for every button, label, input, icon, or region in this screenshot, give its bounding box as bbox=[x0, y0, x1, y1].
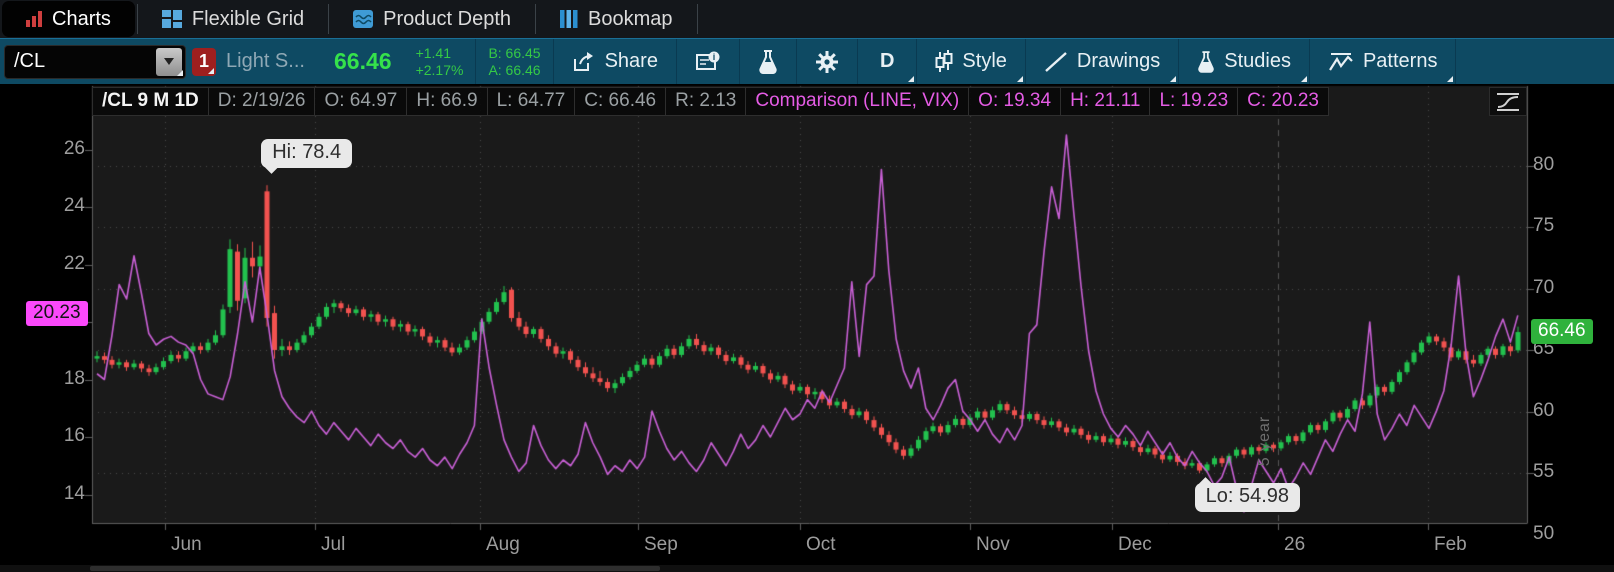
patterns-icon bbox=[1329, 52, 1353, 71]
alerts-count: 1 bbox=[198, 51, 209, 71]
last-price: 66.46 bbox=[334, 48, 392, 74]
change-percent: +2.17% bbox=[415, 61, 464, 78]
tab-charts-label: Charts bbox=[52, 7, 111, 30]
scale-mode-button[interactable] bbox=[1489, 87, 1527, 116]
tab-charts[interactable]: Charts bbox=[2, 1, 135, 37]
ask-value: A: 66.46 bbox=[488, 61, 541, 78]
chart-toolbar: /CL 1 Light S... 66.46 +1.41 +2.17% B: 6… bbox=[0, 38, 1614, 84]
symbol-dropdown-button[interactable] bbox=[156, 47, 182, 76]
flexible-grid-icon bbox=[161, 10, 182, 28]
candlestick-icon bbox=[935, 49, 953, 72]
news-icon: i bbox=[695, 51, 720, 70]
flask-icon bbox=[759, 49, 777, 74]
tab-bookmap[interactable]: Bookmap bbox=[536, 0, 697, 38]
news-button[interactable]: i bbox=[677, 39, 739, 84]
trendline-icon bbox=[1045, 51, 1067, 72]
share-icon bbox=[573, 51, 593, 71]
studies-button[interactable]: Studies bbox=[1179, 39, 1309, 84]
timeframe-button[interactable]: D bbox=[858, 39, 916, 84]
gear-icon bbox=[815, 50, 838, 73]
thinkorswim-window: Charts Flexible Grid Product Depth Bookm… bbox=[0, 0, 1614, 572]
timeframe-label: D bbox=[879, 50, 895, 72]
drawings-label: Drawings bbox=[1076, 50, 1161, 72]
symbol-value: /CL bbox=[14, 50, 46, 72]
share-label: Share bbox=[604, 50, 658, 72]
style-button[interactable]: Style bbox=[917, 39, 1024, 84]
alerts-badge[interactable]: 1 bbox=[192, 47, 216, 76]
drawings-button[interactable]: Drawings bbox=[1026, 39, 1178, 84]
svg-text:i: i bbox=[713, 52, 716, 62]
toolbar-separator bbox=[1455, 39, 1457, 84]
change-value: +1.41 bbox=[415, 44, 451, 61]
price-change: +1.41 +2.17% bbox=[404, 45, 476, 79]
patterns-button[interactable]: Patterns bbox=[1310, 39, 1455, 84]
tab-product-depth-label: Product Depth bbox=[383, 7, 512, 30]
settings-button[interactable] bbox=[797, 39, 857, 84]
workspace-tab-bar: Charts Flexible Grid Product Depth Bookm… bbox=[0, 0, 1614, 38]
price-chart[interactable] bbox=[0, 84, 1614, 572]
bid-ask: B: 66.45 A: 66.46 bbox=[476, 45, 552, 79]
tab-bookmap-label: Bookmap bbox=[588, 7, 673, 30]
analyze-button[interactable] bbox=[740, 39, 796, 84]
product-depth-icon bbox=[353, 10, 374, 28]
style-label: Style bbox=[962, 50, 1007, 72]
bid-value: B: 66.45 bbox=[488, 44, 541, 61]
share-button[interactable]: Share bbox=[554, 39, 676, 84]
scale-curve-icon bbox=[1497, 92, 1519, 111]
tab-separator bbox=[696, 4, 698, 34]
symbol-input[interactable]: /CL bbox=[4, 44, 186, 79]
tab-product-depth[interactable]: Product Depth bbox=[329, 0, 535, 38]
studies-label: Studies bbox=[1224, 50, 1291, 72]
symbol-description: Light S... bbox=[226, 50, 305, 72]
tab-flexible-grid-label: Flexible Grid bbox=[191, 7, 305, 30]
bookmap-icon bbox=[560, 10, 578, 28]
patterns-label: Patterns bbox=[1362, 50, 1438, 72]
charts-icon bbox=[26, 11, 42, 27]
studies-flask-icon bbox=[1198, 50, 1215, 73]
tab-flexible-grid[interactable]: Flexible Grid bbox=[138, 0, 328, 38]
